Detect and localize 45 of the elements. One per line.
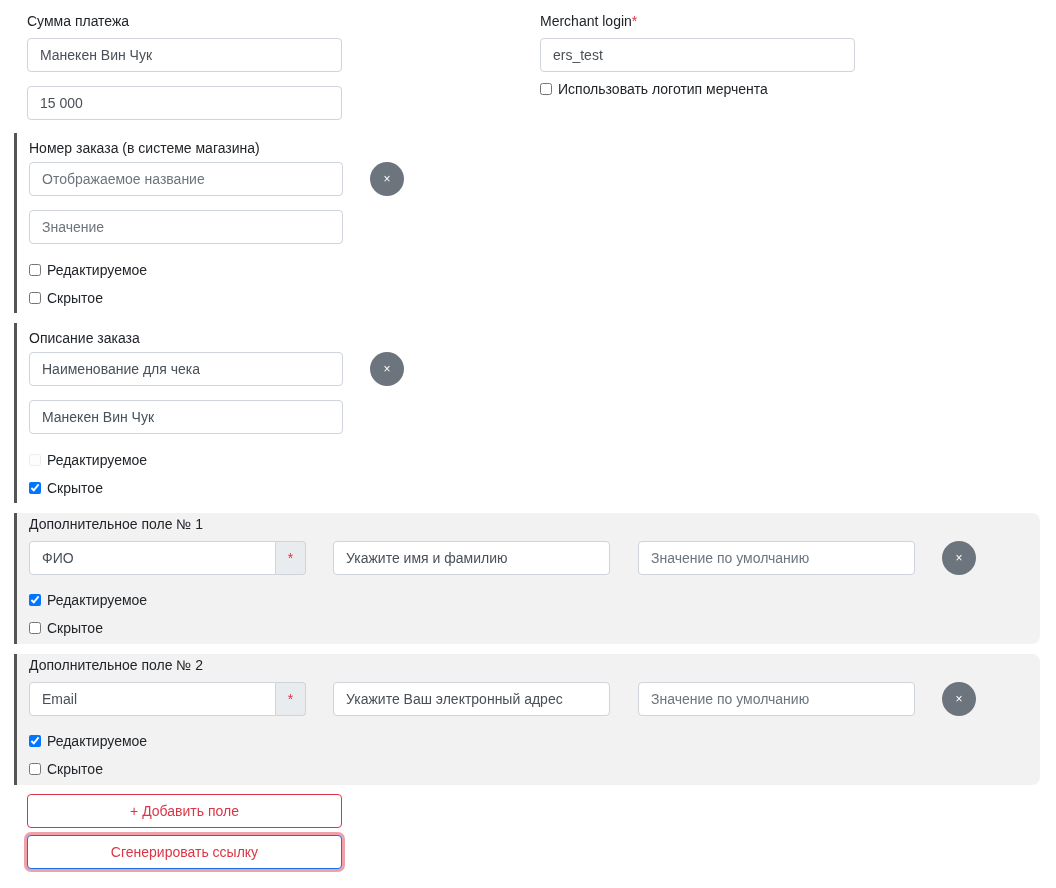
required-addon: * bbox=[276, 541, 306, 575]
login-field[interactable]: ers_test bbox=[540, 38, 855, 72]
checkbox[interactable] bbox=[29, 735, 41, 747]
group-title: Дополнительное поле № 1 bbox=[29, 515, 205, 534]
checkbox-label: Скрытое bbox=[47, 289, 103, 308]
value-field[interactable]: Значение bbox=[29, 210, 343, 244]
group-title: Номер заказа (в системе магазина) bbox=[29, 139, 261, 158]
hint-field[interactable]: Укажите имя и фамилию bbox=[333, 541, 610, 575]
checkbox-label: Редактируемое bbox=[47, 591, 148, 610]
hint-field[interactable]: Укажите Ваш электронный адрес bbox=[333, 682, 610, 716]
checkbox-label: Использовать логотип мерчента bbox=[558, 80, 768, 99]
checkbox[interactable] bbox=[29, 292, 41, 304]
group-title: Дополнительное поле № 2 bbox=[29, 656, 205, 675]
checkbox-label: Редактируемое bbox=[47, 732, 148, 751]
checkbox[interactable] bbox=[540, 83, 552, 95]
checkbox[interactable] bbox=[29, 622, 41, 634]
name-field[interactable]: Наименование для чека bbox=[29, 352, 343, 386]
remove-button[interactable]: × bbox=[942, 682, 976, 716]
field-label: Merchant login bbox=[540, 12, 632, 31]
value-field[interactable]: Манекен Вин Чук bbox=[29, 400, 343, 434]
default-value-field[interactable]: Значение по умолчанию bbox=[638, 682, 915, 716]
name-field[interactable]: Email bbox=[29, 682, 276, 716]
checkbox[interactable] bbox=[29, 594, 41, 606]
required-addon: * bbox=[276, 682, 306, 716]
default-value-field[interactable]: Значение по умолчанию bbox=[638, 541, 915, 575]
name-field[interactable]: Отображаемое название bbox=[29, 162, 343, 196]
name-field[interactable]: ФИО bbox=[29, 541, 276, 575]
checkbox-label: Скрытое bbox=[47, 760, 103, 779]
checkbox-label: Скрытое bbox=[47, 479, 103, 498]
remove-button[interactable]: × bbox=[370, 162, 404, 196]
checkbox[interactable] bbox=[29, 763, 41, 775]
field-label: Сумма платежа bbox=[27, 12, 131, 31]
checkbox-label: Редактируемое bbox=[47, 451, 148, 470]
checkbox-label: Редактируемое bbox=[47, 261, 148, 280]
group-title: Описание заказа bbox=[29, 329, 141, 348]
required-mark: * bbox=[631, 12, 638, 31]
generate-link-button[interactable]: Сгенерировать ссылку bbox=[27, 835, 342, 869]
add-field-button[interactable]: + Добавить поле bbox=[27, 794, 342, 828]
remove-button[interactable]: × bbox=[942, 541, 976, 575]
text-field[interactable]: 15 000 bbox=[27, 86, 342, 120]
remove-button[interactable]: × bbox=[370, 352, 404, 386]
checkbox-label: Скрытое bbox=[47, 619, 103, 638]
checkbox[interactable] bbox=[29, 264, 41, 276]
checkbox[interactable] bbox=[29, 482, 41, 494]
text-field[interactable]: Манекен Вин Чук bbox=[27, 38, 342, 72]
